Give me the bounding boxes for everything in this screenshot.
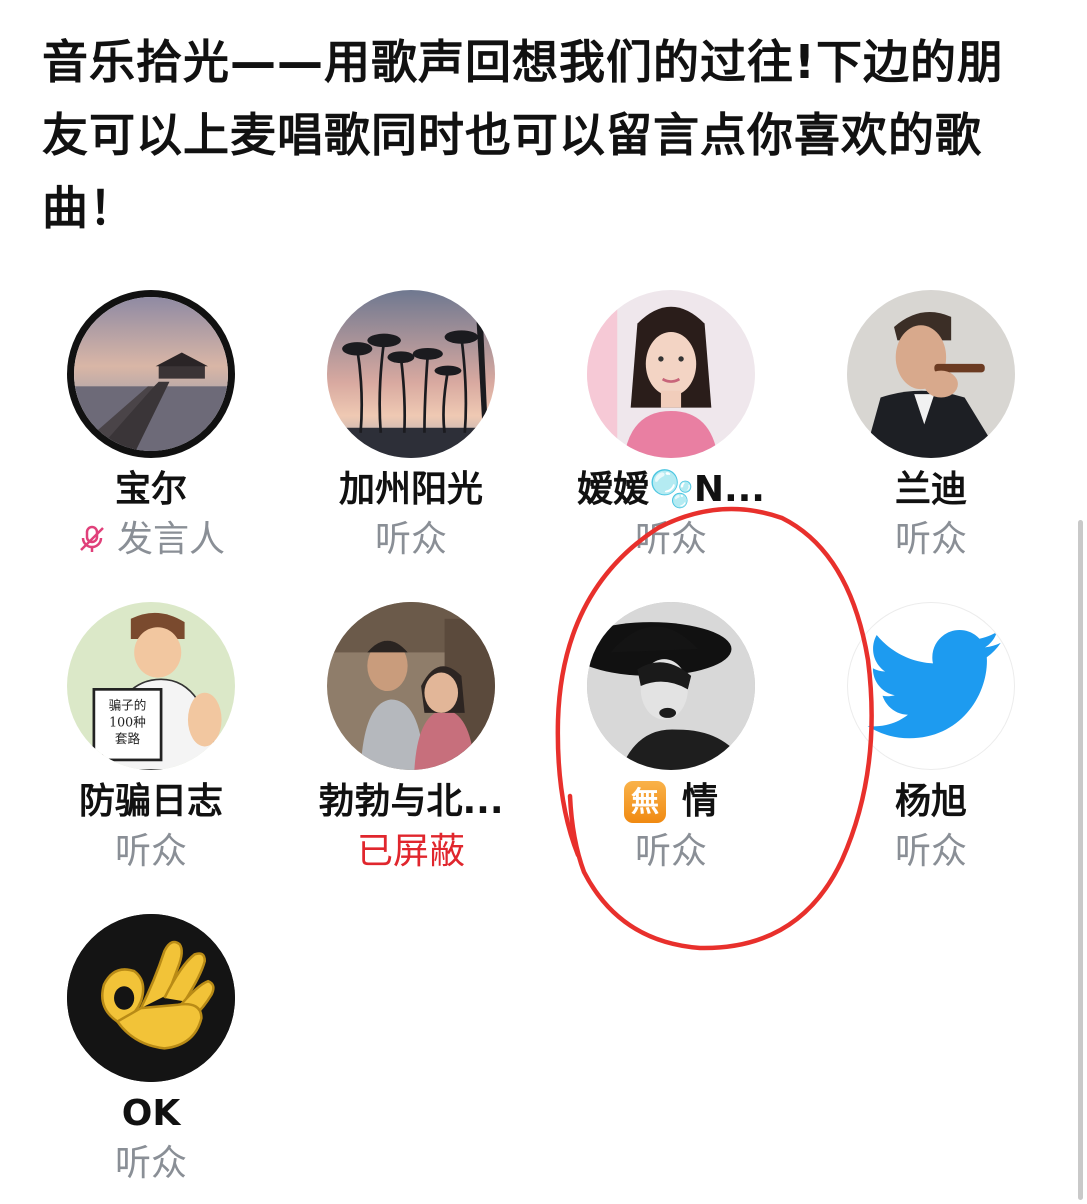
- participant-name: 嫒嫒🫧N...: [577, 469, 765, 510]
- space-title: 音乐拾光——用歌声回想我们的过往!下边的朋友可以上麦唱歌同时也可以留言点你喜欢的…: [42, 35, 1004, 235]
- book-text-line: 骗子的: [109, 698, 147, 713]
- participant-tile[interactable]: 加州阳光 听众: [280, 290, 540, 580]
- participant-role: 听众: [114, 1143, 187, 1184]
- participant-name: 宝尔: [114, 469, 187, 510]
- participant-name: 勃勃与北...: [318, 781, 504, 822]
- participant-name: 加州阳光: [338, 469, 483, 510]
- participant-tile[interactable]: OK 听众: [20, 914, 280, 1204]
- participant-role: 听众: [114, 831, 187, 872]
- participant-role: 已屏蔽: [356, 831, 465, 872]
- participant-tile[interactable]: 勃勃与北... 已屏蔽: [280, 602, 540, 892]
- avatar[interactable]: [327, 290, 495, 458]
- avatar[interactable]: [847, 602, 1015, 770]
- participant-role: 听众: [634, 831, 707, 872]
- participant-role: 听众: [634, 519, 707, 560]
- avatar[interactable]: [847, 290, 1015, 458]
- avatar[interactable]: [67, 914, 235, 1082]
- participant-role: 听众: [894, 519, 967, 560]
- twitter-bird-icon: [867, 630, 1001, 739]
- participant-tile[interactable]: 骗子的 100种 套路 防骗日志 听众: [20, 602, 280, 892]
- participant-tile[interactable]: 宝尔 发言人: [20, 290, 280, 580]
- book-text-line: 套路: [115, 731, 141, 746]
- participant-name: 防骗日志: [78, 781, 223, 822]
- avatar[interactable]: [327, 602, 495, 770]
- participant-role: 听众: [374, 519, 447, 560]
- participant-role: 听众: [894, 831, 967, 872]
- book-text-line: 100种: [109, 714, 146, 729]
- participant-name: 無情: [540, 778, 802, 826]
- participant-name: 兰迪: [894, 469, 967, 510]
- participant-tile[interactable]: 無情 听众: [540, 602, 800, 892]
- participant-name: OK: [121, 1093, 181, 1134]
- participant-tile[interactable]: 兰迪 听众: [800, 290, 1060, 580]
- participant-tile[interactable]: 杨旭 听众: [800, 602, 1060, 892]
- mic-off-icon: [80, 525, 104, 552]
- participant-name: 杨旭: [894, 781, 967, 822]
- participant-tile[interactable]: 嫒嫒🫧N... 听众: [540, 290, 800, 580]
- avatar[interactable]: [67, 290, 235, 458]
- avatar[interactable]: 骗子的 100种 套路: [67, 602, 235, 770]
- participant-role: 发言人: [20, 516, 282, 564]
- scrollbar[interactable]: [1078, 520, 1083, 1200]
- participant-role-text: 发言人: [116, 519, 225, 560]
- ok-hand-icon: [67, 914, 235, 1082]
- avatar[interactable]: [587, 602, 755, 770]
- participant-name-text: 情: [681, 781, 718, 822]
- name-emoji-badge: 無: [623, 781, 666, 823]
- avatar[interactable]: [587, 290, 755, 458]
